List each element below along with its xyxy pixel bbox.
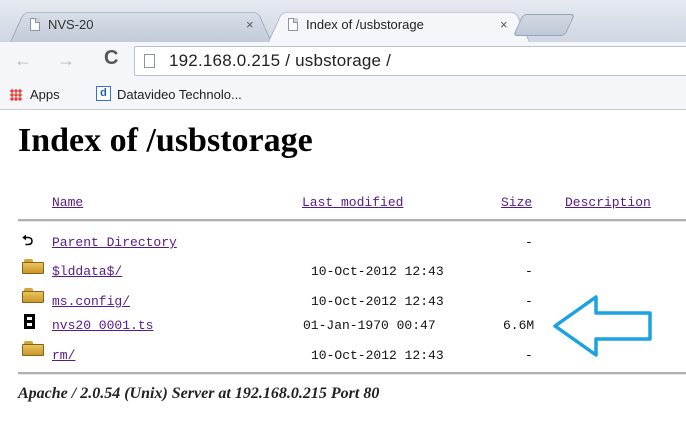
tab-nvs20[interactable]: NVS-20 × <box>10 8 272 42</box>
divider <box>18 372 686 375</box>
folder-icon <box>22 341 44 356</box>
new-tab-button[interactable] <box>512 14 576 36</box>
tab-title: NVS-20 <box>48 17 94 32</box>
file-link[interactable]: $lddata$/ <box>52 264 122 279</box>
parent-directory-link[interactable]: Parent Directory <box>52 235 177 250</box>
close-tab-icon[interactable]: × <box>500 17 508 32</box>
tab-title: Index of /usbstorage <box>306 17 424 32</box>
back-arrow-icon[interactable]: ← <box>14 50 32 71</box>
page-icon <box>288 18 298 31</box>
bookmark-apps[interactable]: Apps <box>30 87 60 102</box>
page-icon <box>30 18 40 31</box>
file-link[interactable]: nvs20_0001.ts <box>52 318 153 333</box>
file-size: - <box>525 348 533 363</box>
close-tab-icon[interactable]: × <box>246 17 254 32</box>
modified-date: 10-Oct-2012 12:43 <box>311 294 444 309</box>
address-text: 192.168.0.215 / usbstorage / <box>169 51 392 70</box>
file-size: - <box>525 264 533 279</box>
file-size: - <box>525 294 533 309</box>
column-header-last-modified[interactable]: Last modified <box>302 195 403 210</box>
modified-date: 01-Jan-1970 00:47 <box>303 318 436 333</box>
file-link[interactable]: ms.config/ <box>52 294 130 309</box>
video-file-icon <box>24 314 35 329</box>
column-header-description[interactable]: Description <box>565 195 651 210</box>
column-header-name[interactable]: Name <box>52 195 83 210</box>
divider <box>18 219 686 222</box>
page-icon <box>144 54 155 68</box>
highlight-arrow-icon <box>553 295 652 357</box>
modified-date: 10-Oct-2012 12:43 <box>311 348 444 363</box>
column-header-size[interactable]: Size <box>501 195 532 210</box>
file-size: 6.6M <box>503 318 535 333</box>
parent-size: - <box>525 235 533 250</box>
bookmark-datavideo[interactable]: Datavideo Technolo... <box>117 87 242 102</box>
tab-usbstorage[interactable]: Index of /usbstorage × <box>268 8 530 42</box>
modified-date: 10-Oct-2012 12:43 <box>311 264 444 279</box>
apps-grid-icon[interactable] <box>10 89 22 101</box>
tab-strip: NVS-20 × Index of /usbstorage × <box>0 0 686 42</box>
page-title: Index of /usbstorage <box>18 122 313 159</box>
address-bar[interactable]: 192.168.0.215 / usbstorage / <box>134 46 686 76</box>
back-icon: ⮌ <box>22 232 34 248</box>
file-link[interactable]: rm/ <box>52 348 75 363</box>
reload-icon[interactable]: C <box>104 47 118 70</box>
folder-icon <box>22 288 44 303</box>
folder-icon <box>22 259 44 274</box>
datavideo-favicon-icon[interactable]: d <box>96 86 111 101</box>
forward-arrow-icon[interactable]: → <box>57 50 75 71</box>
server-signature: Apache / 2.0.54 (Unix) Server at 192.168… <box>18 385 380 402</box>
new-tab-shape <box>512 14 576 36</box>
